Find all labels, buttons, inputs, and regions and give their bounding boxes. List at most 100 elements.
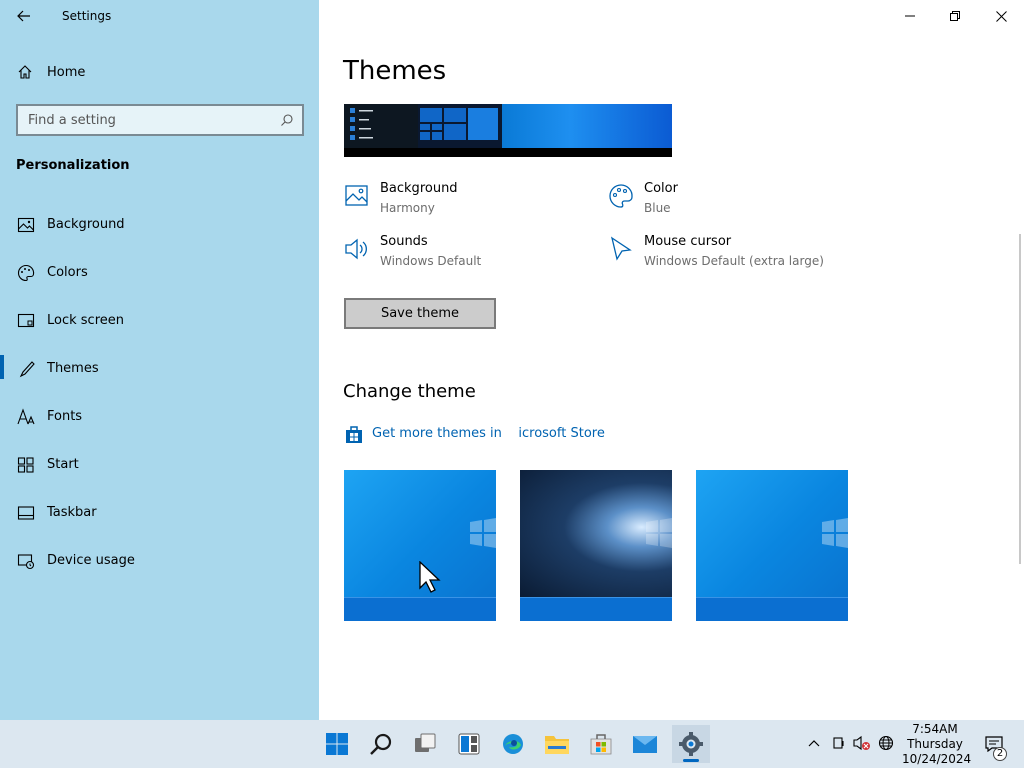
change-theme-title: Change theme [343,381,476,402]
widgets-button[interactable] [453,728,485,760]
sounds-value: Windows Default [380,254,482,268]
home-label: Home [47,65,86,80]
device-icon [833,737,844,749]
sidebar: Settings Home Personalization Background… [0,0,319,720]
speaker-icon [345,238,367,260]
sounds-label: Sounds [380,234,428,249]
nav-list: Background Colors Lock screen Themes Fon… [0,209,319,593]
preview-desktop [502,104,672,148]
start-button[interactable] [321,728,353,760]
volume-button[interactable] [853,734,871,752]
preview-start-menu [344,104,418,148]
file-explorer-button[interactable] [541,728,573,760]
store-link-text[interactable]: Get more themes in icrosoft Store [372,426,605,441]
theme-taskbar [520,597,672,621]
mail-icon [633,736,657,753]
notification-badge: 2 [993,747,1007,761]
back-button[interactable] [8,4,40,28]
edge-button[interactable] [497,728,529,760]
restore-icon [950,11,960,21]
color-setting[interactable]: Color Blue [608,181,858,221]
mouse-cursor-label: Mouse cursor [644,234,732,249]
background-setting[interactable]: Background Harmony [344,181,594,221]
cursor-icon [610,236,632,261]
mouse-cursor-setting[interactable]: Mouse cursor Windows Default (extra larg… [608,234,868,274]
minimize-button[interactable] [887,0,933,32]
palette-icon [18,264,35,282]
start-grid-icon [17,457,34,473]
search-box[interactable] [16,104,304,136]
sidebar-item-taskbar[interactable]: Taskbar [0,497,319,545]
preview-tiles-icon [420,108,498,140]
clock-time: 7:54AM [912,722,958,736]
windows-logo-icon [470,518,496,548]
sidebar-item-label: Themes [47,361,99,376]
sidebar-item-background[interactable]: Background [0,209,319,257]
save-theme-button[interactable]: Save theme [344,298,496,329]
task-view-button[interactable] [409,728,441,760]
tray-device-button[interactable] [830,734,848,752]
home-nav-item[interactable]: Home [0,58,319,88]
chevron-up-icon [808,740,820,747]
close-button[interactable] [978,0,1024,32]
sidebar-item-themes[interactable]: Themes [0,353,319,401]
widgets-icon [458,733,480,755]
settings-icon [679,732,703,756]
color-label: Color [644,181,678,196]
close-icon [995,10,1007,22]
device-usage-icon [17,554,35,570]
background-label: Background [380,181,458,196]
restore-button[interactable] [932,0,978,32]
volume-muted-icon [853,735,870,751]
theme-thumbnail-windows[interactable] [696,470,848,621]
theme-thumbnail-windows-light[interactable] [344,470,496,621]
globe-icon [878,735,894,751]
store-button[interactable] [585,728,617,760]
title-bar: Settings [0,0,319,34]
windows-logo-icon [646,518,672,548]
sidebar-item-fonts[interactable]: Fonts [0,401,319,449]
font-icon [17,408,35,425]
network-button[interactable] [877,734,895,752]
search-icon[interactable] [280,113,294,127]
taskbar: 7:54AM Thursday 10/24/2024 [0,720,1024,768]
back-arrow-icon [17,10,30,22]
mouse-pointer-icon [419,561,441,593]
store-bag-icon [346,426,362,443]
preview-menu-icon [350,108,373,140]
preview-tiles [418,104,502,148]
clock-date: 10/24/2024 [902,752,972,766]
sidebar-item-colors[interactable]: Colors [0,257,319,305]
sidebar-item-label: Fonts [47,409,83,424]
color-value: Blue [644,201,671,215]
theme-thumbnail-windows-dark[interactable] [520,470,672,621]
lock-screen-icon [17,313,35,328]
sidebar-item-start[interactable]: Start [0,449,319,497]
search-icon [370,733,392,755]
sidebar-item-label: Start [47,457,79,472]
sidebar-item-label: Background [47,217,125,232]
settings-button[interactable] [672,725,710,763]
file-explorer-icon [545,736,569,754]
start-icon [326,733,348,755]
sidebar-item-label: Lock screen [47,313,124,328]
background-value: Harmony [380,201,435,215]
scrollbar[interactable] [1019,234,1021,564]
sounds-setting[interactable]: Sounds Windows Default [344,234,594,274]
sidebar-item-label: Taskbar [47,505,97,520]
sidebar-item-label: Colors [47,265,88,280]
search-input[interactable] [18,106,268,134]
image-icon [17,217,35,233]
clock[interactable]: 7:54AM Thursday 10/24/2024 [902,722,972,767]
minimize-icon [905,15,915,17]
search-button[interactable] [365,728,397,760]
page-title: Themes [343,56,447,86]
sidebar-item-device-usage[interactable]: Device usage [0,545,319,593]
taskbar-icon [17,506,35,520]
tray-overflow-button[interactable] [805,734,823,752]
mail-button[interactable] [629,728,661,760]
brush-icon [19,361,35,378]
sidebar-item-lock-screen[interactable]: Lock screen [0,305,319,353]
clock-day: Thursday [907,737,963,751]
active-app-indicator [683,759,699,762]
